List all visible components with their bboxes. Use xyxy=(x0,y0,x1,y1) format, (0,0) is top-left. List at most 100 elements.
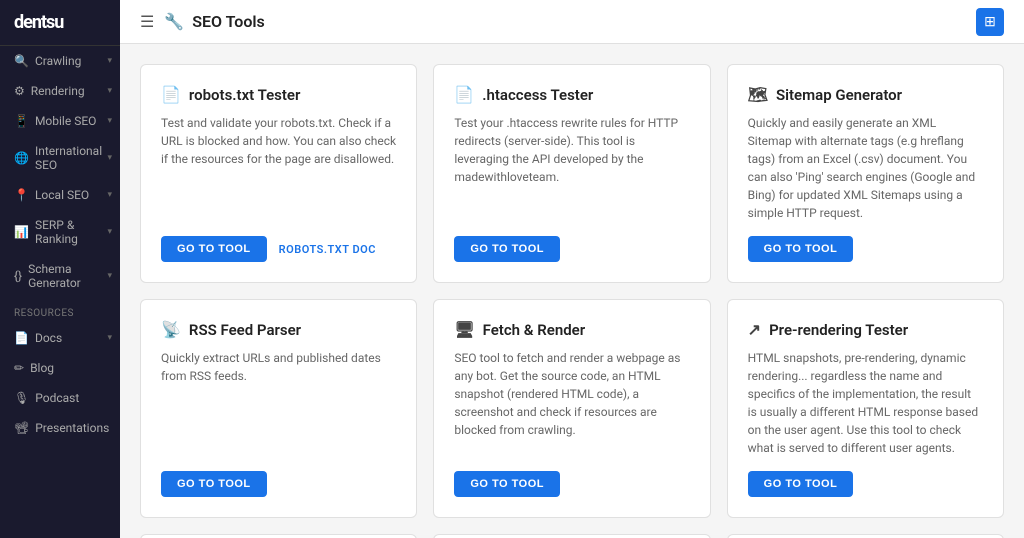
card-footer: GO TO TOOL xyxy=(748,471,983,497)
card-robots-txt: 📄 robots.txt Tester Test and validate yo… xyxy=(140,64,417,283)
sidebar-resources: 📄 Docs ▾ ✏ Blog 🎙 Podcast 📽 Presentation… xyxy=(0,323,120,443)
goto-tool-button[interactable]: GO TO TOOL xyxy=(748,471,854,497)
seo-tools-icon: 🔧 xyxy=(164,12,184,31)
card-title-text: Fetch & Render xyxy=(483,321,586,339)
page-title: SEO Tools xyxy=(192,12,265,31)
sidebar-item-presentations[interactable]: 📽 Presentations xyxy=(0,413,120,443)
nav-icon: 📍 xyxy=(14,188,29,202)
nav-icon: 🔍 xyxy=(14,54,29,68)
resource-icon: 📄 xyxy=(14,331,29,345)
expand-icon: ▾ xyxy=(107,333,112,343)
sidebar-item-label: Rendering xyxy=(31,84,85,98)
sidebar-item-label: Crawling xyxy=(35,54,81,68)
card-title-text: RSS Feed Parser xyxy=(189,321,301,339)
sidebar-item-mobile-seo[interactable]: 📱 Mobile SEO ▾ xyxy=(0,106,120,136)
goto-tool-button[interactable]: GO TO TOOL xyxy=(748,236,854,262)
sidebar-item-label: Mobile SEO xyxy=(35,114,96,128)
card-title: 📄 robots.txt Tester xyxy=(161,85,396,104)
sidebar-item-label: Presentations xyxy=(35,421,109,435)
main-area: ☰ 🔧 SEO Tools ⊞ 📄 robots.txt Tester Test… xyxy=(120,0,1024,538)
card-icon: 📡 xyxy=(161,320,181,339)
card-description: HTML snapshots, pre-rendering, dynamic r… xyxy=(748,349,983,457)
sidebar-item-label: Docs xyxy=(35,331,62,345)
sidebar-item-docs[interactable]: 📄 Docs ▾ xyxy=(0,323,120,353)
card-title-text: .htaccess Tester xyxy=(482,86,593,104)
sidebar-item-label: Local SEO xyxy=(35,188,89,202)
card-rss-feed: 📡 RSS Feed Parser Quickly extract URLs a… xyxy=(140,299,417,518)
sidebar-item-label: Blog xyxy=(30,361,54,375)
card-description: Quickly and easily generate an XML Sitem… xyxy=(748,114,983,222)
sidebar-item-rendering[interactable]: ⚙ Rendering ▾ xyxy=(0,76,120,106)
expand-icon: ▾ xyxy=(107,86,112,96)
sidebar-item-serp-&-ranking[interactable]: 📊 SERP & Ranking ▾ xyxy=(0,210,120,254)
card-icon: 🗺 xyxy=(748,85,768,104)
card-title: 🖥 Fetch & Render xyxy=(454,320,689,339)
card-description: Test and validate your robots.txt. Check… xyxy=(161,114,396,222)
card-fetch-render: 🖥 Fetch & Render SEO tool to fetch and r… xyxy=(433,299,710,518)
sidebar-item-podcast[interactable]: 🎙 Podcast xyxy=(0,383,120,413)
nav-icon: ⚙ xyxy=(14,84,25,98)
sidebar-item-label: SERP & Ranking xyxy=(35,218,106,246)
sidebar-logo: dentsu xyxy=(0,0,120,46)
resource-icon: 📽 xyxy=(14,421,29,435)
card-footer: GO TO TOOL ROBOTS.TXT DOC xyxy=(161,236,396,262)
card-title-text: robots.txt Tester xyxy=(189,86,300,104)
sidebar-item-schema-generator[interactable]: {} Schema Generator ▾ xyxy=(0,254,120,298)
goto-tool-button[interactable]: GO TO TOOL xyxy=(454,236,560,262)
card-mobile-first: 📱 Mobile-First Index Tool Is your site r… xyxy=(140,534,417,538)
sidebar-item-label: International SEO xyxy=(35,144,106,172)
card-footer: GO TO TOOL xyxy=(748,236,983,262)
doc-link[interactable]: ROBOTS.TXT DOC xyxy=(279,243,376,256)
card-amp-validator: ⚡ Bulk AMP Validator Use this bulk valid… xyxy=(727,534,1004,538)
card-title: ↗ Pre-rendering Tester xyxy=(748,320,983,339)
sidebar-item-label: Podcast xyxy=(35,391,79,405)
goto-tool-button[interactable]: GO TO TOOL xyxy=(161,471,267,497)
card-icon: 📄 xyxy=(454,85,474,104)
sidebar-item-crawling[interactable]: 🔍 Crawling ▾ xyxy=(0,46,120,76)
card-title-text: Pre-rendering Tester xyxy=(769,321,908,339)
expand-icon: ▾ xyxy=(107,153,112,163)
nav-icon: {} xyxy=(14,269,22,283)
menu-toggle-button[interactable]: ☰ xyxy=(140,12,154,31)
cards-grid: 📄 robots.txt Tester Test and validate yo… xyxy=(140,64,1004,538)
card-prerendering: ↗ Pre-rendering Tester HTML snapshots, p… xyxy=(727,299,1004,518)
card-description: Test your .htaccess rewrite rules for HT… xyxy=(454,114,689,222)
resource-icon: 🎙 xyxy=(14,391,29,405)
goto-tool-button[interactable]: GO TO TOOL xyxy=(454,471,560,497)
card-title: 🗺 Sitemap Generator xyxy=(748,85,983,104)
expand-icon: ▾ xyxy=(107,271,112,281)
sidebar-item-label: Schema Generator xyxy=(28,262,106,290)
sidebar-nav: 🔍 Crawling ▾ ⚙ Rendering ▾ 📱 Mobile SEO … xyxy=(0,46,120,298)
card-description: SEO tool to fetch and render a webpage a… xyxy=(454,349,689,457)
nav-icon: 📊 xyxy=(14,225,29,239)
card-icon: ↗ xyxy=(748,320,761,339)
action-button[interactable]: ⊞ xyxy=(976,8,1004,36)
nav-icon: 🌐 xyxy=(14,151,29,165)
card-footer: GO TO TOOL xyxy=(454,236,689,262)
expand-icon: ▾ xyxy=(107,56,112,66)
card-description: Quickly extract URLs and published dates… xyxy=(161,349,396,457)
expand-icon: ▾ xyxy=(107,227,112,237)
goto-tool-button[interactable]: GO TO TOOL xyxy=(161,236,267,262)
card-sitemap: 🗺 Sitemap Generator Quickly and easily g… xyxy=(727,64,1004,283)
resources-label: Resources xyxy=(0,298,120,323)
card-title: 📄 .htaccess Tester xyxy=(454,85,689,104)
content-area: 📄 robots.txt Tester Test and validate yo… xyxy=(120,44,1024,538)
card-htaccess: 📄 .htaccess Tester Test your .htaccess r… xyxy=(433,64,710,283)
sidebar-item-blog[interactable]: ✏ Blog xyxy=(0,353,120,383)
card-icon: 🖥 xyxy=(454,320,474,339)
sidebar: dentsu 🔍 Crawling ▾ ⚙ Rendering ▾ 📱 Mobi… xyxy=(0,0,120,538)
sidebar-item-local-seo[interactable]: 📍 Local SEO ▾ xyxy=(0,180,120,210)
card-footer: GO TO TOOL xyxy=(454,471,689,497)
nav-icon: 📱 xyxy=(14,114,29,128)
expand-icon: ▾ xyxy=(107,116,112,126)
sidebar-item-international-seo[interactable]: 🌐 International SEO ▾ xyxy=(0,136,120,180)
card-title: 📡 RSS Feed Parser xyxy=(161,320,396,339)
logo-text: dentsu xyxy=(14,12,63,33)
card-footer: GO TO TOOL xyxy=(161,471,396,497)
card-icon: 📄 xyxy=(161,85,181,104)
card-title-text: Sitemap Generator xyxy=(776,86,902,104)
card-mobile-friendly: 📱 Mobile-Friendly Test Using Google's AP… xyxy=(433,534,710,538)
resource-icon: ✏ xyxy=(14,361,24,375)
header-title: 🔧 SEO Tools xyxy=(164,12,264,31)
